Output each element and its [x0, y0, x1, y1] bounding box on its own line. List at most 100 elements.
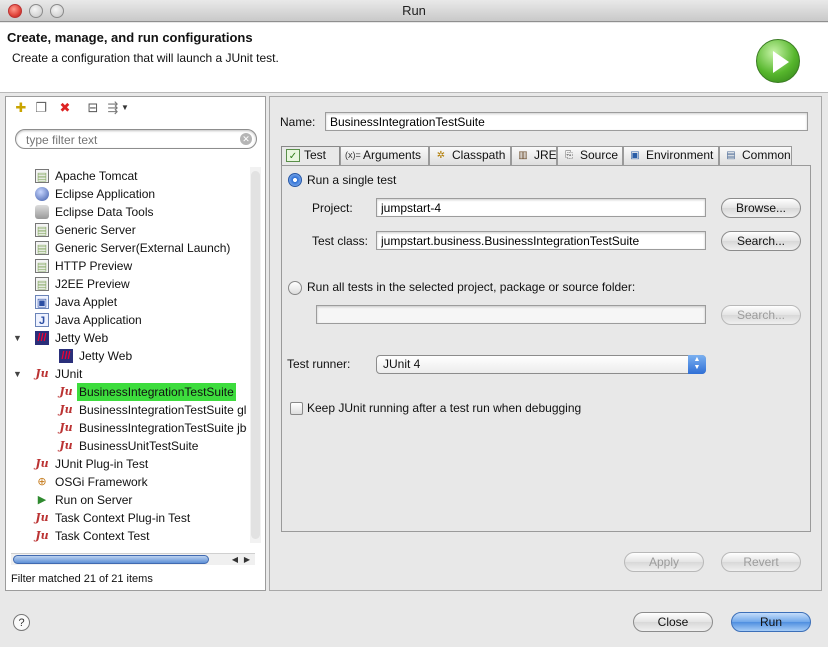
project-input[interactable] [376, 198, 706, 217]
tree-item-label: BusinessIntegrationTestSuite [77, 383, 236, 401]
tab-label: JRE [534, 148, 557, 162]
collapse-all-icon[interactable]: ⊟ [85, 100, 101, 116]
tab-label: Arguments [363, 148, 422, 162]
search-class-button[interactable]: Search... [721, 231, 801, 251]
tab-common[interactable]: ▤ Common [719, 146, 792, 165]
launch-config-icon: ▤ [35, 169, 49, 183]
arguments-icon: (x)= [345, 150, 361, 160]
junit-icon: Ju [59, 385, 73, 398]
tab-classpath[interactable]: ✲ Classpath [429, 146, 511, 165]
tree-item-label: Jetty Web [79, 349, 133, 363]
test-runner-value: JUnit 4 [383, 357, 421, 371]
browse-button[interactable]: Browse... [721, 198, 801, 218]
tab-jre[interactable]: ▥ JRE [511, 146, 557, 165]
tree-item-label: BusinessIntegrationTestSuite gl [79, 403, 247, 417]
run-all-tests-radio[interactable] [288, 281, 302, 295]
search-container-button[interactable]: Search... [721, 305, 801, 325]
tree-item-label: Java Application [55, 313, 142, 327]
java-applet-icon: ▣ [35, 295, 49, 309]
tree-item-label: Jetty Web [55, 331, 109, 345]
java-application-icon: J [35, 313, 49, 327]
junit-icon: Ju [59, 421, 73, 434]
single-test-label: Run a single test [307, 173, 397, 187]
test-class-label: Test class: [312, 234, 369, 248]
configuration-list-panel: ✚ ❐ ✖ ⊟ ⇶ ▼ ✕ ▤ Apache Tomcat Eclipse Appl… [5, 96, 266, 591]
tab-arguments[interactable]: (x)= Arguments [340, 146, 429, 165]
header-description: Create a configuration that will launch … [12, 51, 279, 65]
tree-item-label: Run on Server [55, 493, 133, 507]
project-label: Project: [312, 201, 353, 215]
junit-icon: Ju [35, 367, 49, 380]
configuration-editor-panel: Name: ✓ Test (x)= Arguments ✲ Classpath … [269, 96, 822, 591]
run-all-tests-label: Run all tests in the selected project, p… [307, 280, 636, 294]
tree-vertical-scrollbar[interactable] [250, 167, 261, 543]
revert-button[interactable]: Revert [721, 552, 801, 572]
select-arrows-icon: ▲ ▼ [688, 355, 706, 374]
tree-item-label: Eclipse Data Tools [55, 205, 154, 219]
filter-input[interactable] [26, 132, 236, 147]
tree-item-label: Java Applet [55, 295, 118, 309]
clear-filter-icon[interactable]: ✕ [240, 133, 252, 145]
test-class-input[interactable] [376, 231, 706, 250]
tab-label: Test [304, 148, 327, 162]
disclosure-triangle-icon[interactable]: ▼ [13, 365, 23, 383]
disclosure-triangle-icon[interactable]: ▼ [13, 329, 23, 347]
tree-item-label: JUnit Plug-in Test [55, 457, 149, 471]
test-runner-select[interactable]: JUnit 4 ▲ ▼ [376, 355, 706, 374]
dialog-header: Create, manage, and run configurations C… [0, 23, 828, 93]
apply-button[interactable]: Apply [624, 552, 704, 572]
classpath-icon: ✲ [436, 150, 446, 161]
junit-plugin-icon: Ju [35, 529, 49, 542]
config-name-input[interactable] [325, 112, 808, 131]
close-button[interactable]: Close [633, 612, 713, 632]
filter-field[interactable]: ✕ [15, 129, 257, 149]
test-tab-icon: ✓ [286, 149, 300, 162]
tree-item-label: BusinessUnitTestSuite [79, 439, 199, 453]
run-banner-icon [756, 39, 800, 83]
tree-item-label: OSGi Framework [55, 475, 148, 489]
jre-icon: ▥ [518, 150, 528, 161]
scroll-left-arrow-icon[interactable]: ◀ [229, 554, 241, 565]
tab-label: Environment [646, 148, 714, 162]
tree-item-label: Eclipse Application [55, 187, 156, 201]
launch-config-tree: ▤ Apache Tomcat Eclipse Application Eclipse… [11, 167, 247, 543]
osgi-icon: ⊕ [37, 476, 47, 488]
launch-config-icon: ▤ [35, 259, 49, 273]
tree-item-label: JUnit [55, 367, 83, 381]
environment-icon: ▣ [630, 150, 640, 161]
filter-status: Filter matched 21 of 21 items [11, 573, 153, 585]
container-input[interactable] [316, 305, 706, 324]
jetty-icon: /// [35, 331, 49, 345]
delete-config-icon[interactable]: ✖ [57, 100, 73, 116]
database-icon [35, 205, 49, 219]
run-button[interactable]: Run [731, 612, 811, 632]
tab-test[interactable]: ✓ Test [281, 146, 340, 166]
tab-environment[interactable]: ▣ Environment [623, 146, 719, 165]
window-title: Run [402, 3, 426, 18]
tree-item-label: Apache Tomcat [55, 169, 138, 183]
launch-config-icon: ▤ [35, 277, 49, 291]
tree-item-label: J2EE Preview [55, 277, 130, 291]
launch-config-icon: ▤ [35, 241, 49, 255]
duplicate-config-icon[interactable]: ❐ [33, 100, 49, 116]
server-icon: ▶ [37, 494, 47, 506]
junit-plugin-icon: Ju [35, 511, 49, 524]
help-icon[interactable]: ? [13, 614, 30, 631]
view-menu-chevron-icon[interactable]: ▼ [121, 100, 129, 116]
tree-item-label: Generic Server [55, 223, 136, 237]
scroll-right-arrow-icon[interactable]: ▶ [241, 554, 253, 565]
tree-item-label: HTTP Preview [55, 259, 133, 273]
header-title: Create, manage, and run configurations [7, 30, 253, 45]
keep-running-checkbox[interactable] [290, 402, 303, 415]
new-launch-config-icon[interactable]: ✚ [13, 100, 29, 116]
tree-item-label: Generic Server(External Launch) [55, 241, 231, 255]
tree-horizontal-scrollbar[interactable]: ◀ ▶ [11, 553, 255, 565]
horizontal-scroll-thumb[interactable] [13, 555, 209, 564]
tree-item-label: Task Context Plug-in Test [55, 511, 191, 525]
tree-item-label: BusinessIntegrationTestSuite jbo [79, 421, 247, 435]
title-bar: Run [0, 0, 828, 22]
filter-config-icon[interactable]: ⇶ [105, 100, 121, 116]
common-icon: ▤ [726, 150, 736, 161]
single-test-radio[interactable] [288, 173, 302, 187]
tab-source[interactable]: ⎘ Source [557, 146, 623, 165]
